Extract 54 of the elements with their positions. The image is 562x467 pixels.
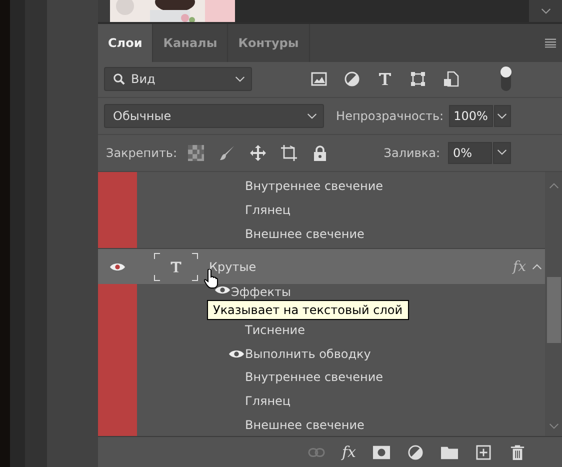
- chevron-up-icon[interactable]: [532, 263, 542, 270]
- panel-tab[interactable]: Слои: [98, 24, 154, 62]
- effect-row[interactable]: Внешнее свечение: [137, 412, 545, 436]
- fill-label: Заливка:: [384, 146, 440, 160]
- effect-row[interactable]: Внешнее свечение: [137, 222, 545, 246]
- fill-field[interactable]: 0%: [448, 142, 492, 164]
- layer-row[interactable]: Крутые fx: [98, 248, 545, 284]
- image-icon[interactable]: [311, 71, 327, 88]
- lock-icon[interactable]: [312, 144, 328, 161]
- new-layer-icon[interactable]: [475, 444, 492, 460]
- chevron-down-icon: [497, 112, 508, 120]
- scroll-thumb[interactable]: [546, 276, 560, 343]
- menu-icon[interactable]: [545, 38, 556, 48]
- effect-row[interactable]: Выполнить обводку: [137, 342, 545, 366]
- blend-mode-dropdown[interactable]: Обычные: [104, 104, 324, 128]
- half-circle-icon[interactable]: [344, 71, 360, 88]
- opacity-dropdown-button[interactable]: [494, 105, 511, 128]
- chevron-down-icon[interactable]: [541, 8, 551, 15]
- transform-icon[interactable]: [410, 71, 426, 88]
- effect-row[interactable]: Внутреннее свечение: [137, 366, 545, 390]
- half-circle-icon[interactable]: [407, 444, 424, 460]
- filter-dropdown[interactable]: Вид: [104, 67, 252, 92]
- layer-name: Крутые: [209, 260, 256, 274]
- search-icon: [113, 73, 125, 86]
- type-icon[interactable]: [377, 71, 393, 88]
- trash-icon[interactable]: [509, 444, 526, 460]
- eye-icon[interactable]: [110, 262, 125, 272]
- eye-icon[interactable]: [215, 285, 230, 296]
- chevron-down-icon: [497, 149, 507, 156]
- move-icon[interactable]: [250, 144, 266, 161]
- chevron-down-icon: [235, 76, 245, 83]
- document-icon[interactable]: [443, 71, 459, 88]
- crop-icon[interactable]: [281, 144, 298, 161]
- effect-row[interactable]: Глянец: [137, 198, 545, 222]
- opacity-label: Непрозрачность:: [336, 109, 444, 124]
- effect-row[interactable]: Глянец: [137, 389, 545, 413]
- folder-icon[interactable]: [441, 444, 458, 460]
- lock-label: Закрепить:: [106, 146, 178, 160]
- fill-dropdown-button[interactable]: [493, 142, 511, 164]
- scrollbar[interactable]: [545, 172, 562, 436]
- fx-icon: fx: [512, 258, 526, 275]
- fx-button[interactable]: fx: [342, 443, 356, 462]
- opacity-field[interactable]: 100%: [448, 105, 493, 128]
- chevron-down-icon: [307, 112, 318, 120]
- eye-icon[interactable]: [229, 348, 244, 359]
- brush-icon[interactable]: [219, 144, 236, 161]
- mask-icon[interactable]: [373, 444, 390, 460]
- panel-tab[interactable]: Контуры: [228, 24, 310, 62]
- filter-toggle[interactable]: [500, 66, 512, 92]
- checkerboard-icon[interactable]: [188, 144, 204, 161]
- effect-row[interactable]: Тиснение: [137, 318, 545, 342]
- tooltip: Указывает на текстовый слой: [207, 300, 409, 320]
- effect-row[interactable]: Внутреннее свечение: [137, 174, 545, 198]
- panel-tab[interactable]: Каналы: [153, 24, 228, 62]
